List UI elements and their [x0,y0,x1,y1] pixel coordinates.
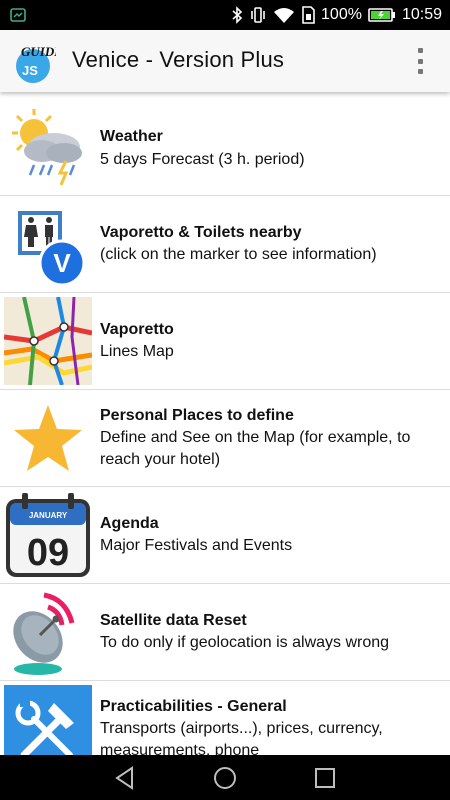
item-subtitle: Transports (airports...), prices, curren… [100,720,383,755]
item-subtitle: To do only if geolocation is always wron… [100,634,390,651]
lines-map-icon [4,297,92,385]
list-item-practicabilities[interactable]: Practicabilities - General Transports (a… [0,681,450,755]
list-item-weather[interactable]: Weather 5 days Forecast (3 h. period) [0,98,450,196]
status-bar: 100% 10:59 [0,0,450,30]
calendar-icon: JANUARY 09 [6,493,90,577]
dot [417,69,423,74]
sim-icon [302,6,315,24]
wifi-icon [274,8,295,23]
item-title: Agenda [100,515,159,532]
item-title: Satellite data Reset [100,612,247,629]
list-item-satellite-reset[interactable]: Satellite data Reset To do only if geolo… [0,584,450,681]
dot [417,58,423,64]
bluetooth-icon [232,6,243,24]
battery-icon [368,8,395,22]
item-title: Weather [100,128,163,145]
list-item-agenda[interactable]: JANUARY 09 Agenda Major Festivals and Ev… [0,487,450,584]
item-subtitle: Lines Map [100,343,174,360]
dot [417,48,423,53]
recent-apps-icon[interactable] [312,765,338,791]
overflow-menu-button[interactable] [412,45,428,77]
menu-list: Weather 5 days Forecast (3 h. period) V … [0,98,450,755]
app-bar: GUIDE JS Venice - Version Plus [0,30,450,92]
calendar-month: JANUARY [29,511,68,520]
toilets-vaporetto-icon: V [18,211,86,287]
item-subtitle: 5 days Forecast (3 h. period) [100,151,305,168]
app-title: Venice - Version Plus [72,47,285,72]
clock: 10:59 [401,6,442,23]
back-icon[interactable] [112,765,138,791]
tools-icon [4,685,92,755]
list-item-personal-places[interactable]: Personal Places to define Define and See… [0,390,450,487]
home-icon[interactable] [212,765,238,791]
list-item-vaporetto-toilets[interactable]: V Vaporetto & Toilets nearby (click on t… [0,196,450,293]
item-title: Vaporetto & Toilets nearby [100,224,302,241]
item-title: Vaporetto [100,321,174,338]
status-icons: 100% 10:59 [231,0,442,30]
item-subtitle: (click on the marker to see information) [100,246,377,263]
navigation-bar [0,755,450,800]
vaporetto-badge-letter: V [53,248,71,278]
star-icon [14,405,82,471]
battery-percent: 100% [321,6,362,23]
item-subtitle: Define and See on the Map (for example, … [100,429,411,468]
vibrate-icon [251,7,265,23]
item-subtitle: Major Festivals and Events [100,537,293,554]
notification-icon [10,8,26,22]
satellite-dish-icon [13,592,75,675]
logo-js-text: JS [22,63,38,78]
calendar-day: 09 [27,532,69,574]
item-title: Practicabilities - General [100,698,287,715]
list-item-vaporetto-map[interactable]: Vaporetto Lines Map [0,293,450,390]
item-title: Personal Places to define [100,407,294,424]
logo-guide-text: GUIDE [21,44,56,59]
weather-icon [12,109,82,186]
app-logo: GUIDE JS [16,44,56,83]
